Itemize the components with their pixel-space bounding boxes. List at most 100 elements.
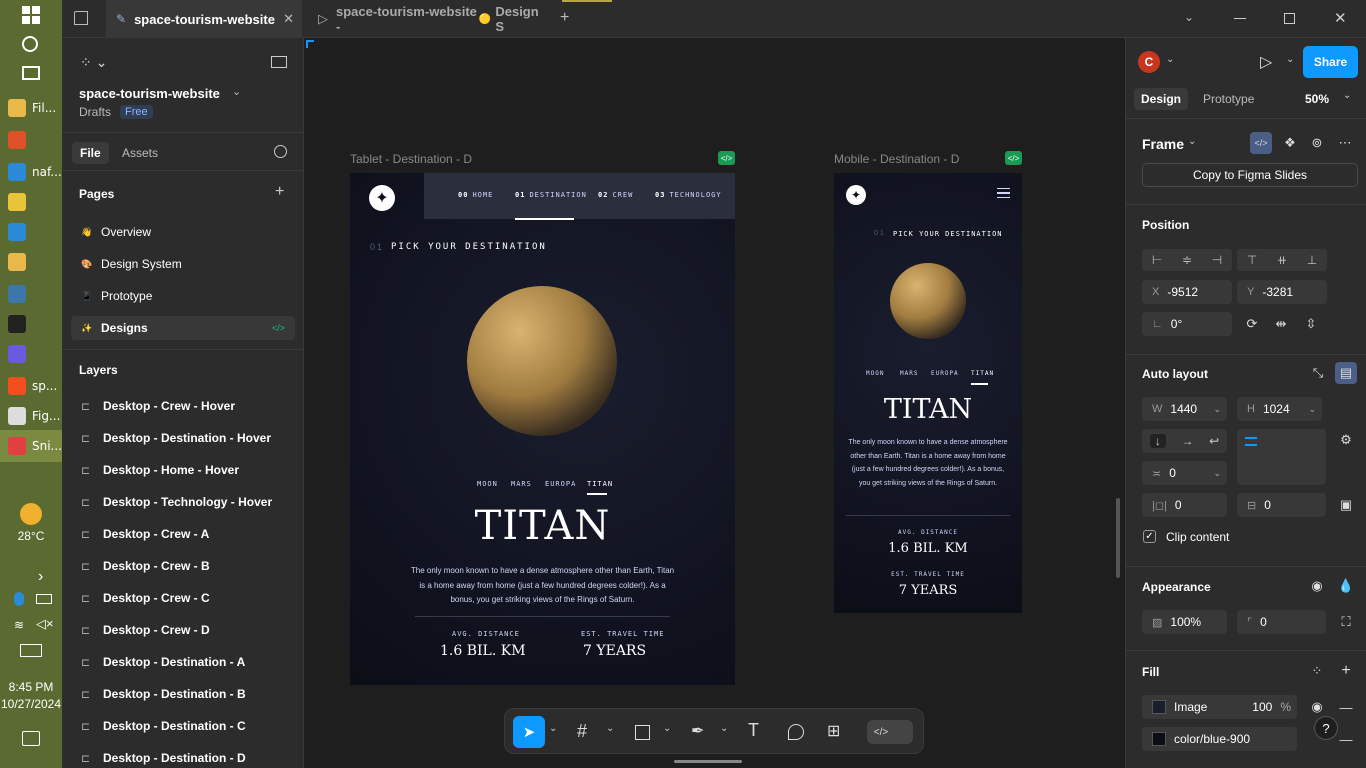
layer-item[interactable]: ⊏ Desktop - Home - Hover bbox=[62, 460, 304, 480]
add-fill-icon[interactable]: + bbox=[1335, 660, 1357, 682]
fill-visibility-icon[interactable]: ◉ bbox=[1306, 696, 1328, 718]
design-canvas[interactable]: Tablet - Destination - D </> ✦ 00 HOME 01 D… bbox=[304, 38, 1125, 768]
fill-image-field[interactable]: Image 100 % bbox=[1142, 695, 1297, 719]
wrap-icon[interactable]: ↩ bbox=[1209, 434, 1219, 448]
taskbar-app-11[interactable]: Sni... bbox=[0, 430, 62, 462]
layer-item[interactable]: ⊏ Desktop - Crew - Hover bbox=[62, 396, 304, 416]
dev-code-icon[interactable]: </> bbox=[1005, 151, 1022, 165]
page-item[interactable]: ✨ Designs </> bbox=[71, 316, 295, 340]
search-icon[interactable] bbox=[274, 145, 287, 158]
dev-mode-toggle[interactable]: </> bbox=[867, 720, 913, 744]
layer-item[interactable]: ⊏ Desktop - Destination - D bbox=[62, 748, 304, 768]
chevron-down-icon[interactable]: ⌄ bbox=[1188, 136, 1196, 147]
chevron-down-icon[interactable]: ⌄ bbox=[1343, 90, 1351, 101]
taskbar-app-10[interactable]: Fig... bbox=[0, 400, 62, 432]
tab-assets[interactable]: Assets bbox=[122, 146, 158, 160]
dev-resource-icon[interactable]: </> bbox=[1250, 132, 1272, 154]
layer-item[interactable]: ⊏ Desktop - Crew - B bbox=[62, 556, 304, 576]
figma-menu-icon[interactable]: ⁘ ⌄ bbox=[80, 54, 107, 71]
page-item[interactable]: 👋 Overview bbox=[62, 220, 304, 244]
frame-dropdown[interactable]: Frame bbox=[1142, 136, 1184, 152]
fill-color-field[interactable]: color/blue-900 bbox=[1142, 727, 1297, 751]
clock-time[interactable]: 8:45 PM bbox=[0, 680, 62, 694]
tablet-frame[interactable]: ✦ 00 HOME 01 DESTINATION 02 CREW 03 TECHNOLOGY … bbox=[350, 173, 735, 685]
taskbar-app-0[interactable]: Fil... bbox=[0, 92, 62, 124]
more-icon[interactable]: ⋯ bbox=[1334, 132, 1356, 154]
present-icon[interactable]: ▷ bbox=[1260, 52, 1272, 72]
horizontal-padding-field[interactable]: |◻| 0 bbox=[1142, 493, 1227, 517]
layer-item[interactable]: ⊏ Desktop - Technology - Hover bbox=[62, 492, 304, 512]
tablet-frame-label[interactable]: Tablet - Destination - D bbox=[350, 152, 472, 166]
tab-inactive[interactable]: ▷ space-tourism-website - 🟡 Design S bbox=[312, 0, 548, 38]
radius-field[interactable]: ⌜ 0 bbox=[1237, 610, 1326, 634]
clip-checkbox[interactable]: ✓ bbox=[1143, 530, 1156, 543]
layer-item[interactable]: ⊏ Desktop - Destination - A bbox=[62, 652, 304, 672]
home-icon[interactable] bbox=[74, 11, 88, 25]
layer-item[interactable]: ⊏ Desktop - Crew - A bbox=[62, 524, 304, 544]
chevron-down-icon[interactable]: ⌄ bbox=[1166, 54, 1174, 65]
zoom-level[interactable]: 50% bbox=[1305, 92, 1329, 106]
close-window-icon[interactable]: ✕ bbox=[1334, 9, 1347, 27]
tab-design[interactable]: Design bbox=[1134, 88, 1189, 110]
search-icon[interactable] bbox=[22, 36, 38, 52]
flip-horizontal-icon[interactable]: ⇹ bbox=[1270, 313, 1292, 335]
align-top-icon[interactable]: ⊤ ⧺ ⊥ bbox=[1237, 249, 1327, 271]
minimize-icon[interactable] bbox=[1234, 18, 1246, 19]
windows-start-icon[interactable] bbox=[22, 6, 40, 24]
volume-icon[interactable]: ◁× bbox=[36, 616, 54, 632]
layer-item[interactable]: ⊏ Desktop - Destination - Hover bbox=[62, 428, 304, 448]
gap-field[interactable]: ≍ 0 ⌄ bbox=[1142, 461, 1227, 485]
y-field[interactable]: Y -3281 bbox=[1237, 280, 1327, 304]
layer-item[interactable]: ⊏ Desktop - Destination - B bbox=[62, 684, 304, 704]
component-icon[interactable]: ❖ bbox=[1279, 132, 1301, 154]
dev-code-icon[interactable]: </> bbox=[718, 151, 735, 165]
taskbar-app-5[interactable] bbox=[0, 246, 62, 278]
add-page-icon[interactable]: + bbox=[275, 183, 284, 201]
chevron-right-icon[interactable]: › bbox=[38, 568, 43, 586]
chevron-down-icon[interactable]: ⌄ bbox=[232, 85, 241, 98]
battery-icon[interactable] bbox=[36, 594, 52, 604]
vertical-direction-icon[interactable]: ↓ bbox=[1149, 434, 1166, 448]
chevron-down-icon[interactable]: ⌄ bbox=[1213, 468, 1221, 479]
chevron-down-icon[interactable]: ⌄ bbox=[606, 723, 614, 734]
close-icon[interactable]: ✕ bbox=[283, 11, 294, 27]
sidebar-toggle-icon[interactable] bbox=[271, 56, 287, 68]
notifications-icon[interactable] bbox=[22, 731, 40, 746]
clock-date[interactable]: 10/27/2024 bbox=[0, 697, 62, 711]
copy-to-slides-button[interactable]: Copy to Figma Slides bbox=[1142, 163, 1358, 187]
pen-tool-icon[interactable]: ✒ bbox=[691, 721, 704, 741]
taskbar-app-4[interactable] bbox=[0, 216, 62, 248]
text-tool-icon[interactable]: T bbox=[748, 720, 759, 741]
x-field[interactable]: X -9512 bbox=[1142, 280, 1232, 304]
chevron-down-icon[interactable]: ⌄ bbox=[663, 723, 671, 734]
maximize-icon[interactable] bbox=[1284, 13, 1295, 24]
project-name[interactable]: space-tourism-website bbox=[79, 86, 220, 101]
shape-tool-icon[interactable] bbox=[635, 725, 650, 740]
flip-vertical-icon[interactable]: ⇳ bbox=[1300, 313, 1322, 335]
individual-padding-icon[interactable]: ▣ bbox=[1335, 494, 1357, 516]
opacity-field[interactable]: ▨ 100% bbox=[1142, 610, 1227, 634]
comment-tool-icon[interactable] bbox=[788, 724, 804, 740]
vertical-padding-field[interactable]: ⊟ 0 bbox=[1237, 493, 1326, 517]
tab-file[interactable]: File bbox=[72, 142, 109, 164]
keyboard-icon[interactable] bbox=[20, 644, 42, 657]
actions-tool-icon[interactable]: ⊞ bbox=[827, 721, 840, 741]
expand-corners-icon[interactable]: ⛶ bbox=[1335, 611, 1357, 633]
frame-tool-icon[interactable]: # bbox=[577, 721, 587, 742]
taskbar-app-2[interactable]: naf... bbox=[0, 156, 62, 188]
chevron-down-icon[interactable]: ⌄ bbox=[549, 723, 557, 734]
rotate-icon[interactable]: ⟳ bbox=[1241, 313, 1263, 335]
mobile-frame[interactable]: ✦ 01 PICK YOUR DESTINATION MOON MARS EUROP… bbox=[834, 173, 1022, 613]
layer-item[interactable]: ⊏ Desktop - Crew - C bbox=[62, 588, 304, 608]
chevron-down-icon[interactable]: ⌄ bbox=[1308, 404, 1316, 415]
add-tab-icon[interactable]: + bbox=[560, 9, 569, 27]
shrink-icon[interactable]: ⤡ bbox=[1307, 362, 1329, 384]
taskbar-app-9[interactable]: sp... bbox=[0, 370, 62, 402]
taskbar-app-3[interactable] bbox=[0, 186, 62, 218]
taskbar-app-8[interactable] bbox=[0, 338, 62, 370]
avatar[interactable]: C bbox=[1138, 51, 1160, 73]
taskbar-app-1[interactable] bbox=[0, 124, 62, 156]
direction-toggle[interactable]: ↓ → ↩ bbox=[1142, 429, 1227, 453]
rotation-field[interactable]: ∟ 0° bbox=[1142, 312, 1232, 336]
vertical-scrollbar[interactable] bbox=[1116, 498, 1120, 578]
